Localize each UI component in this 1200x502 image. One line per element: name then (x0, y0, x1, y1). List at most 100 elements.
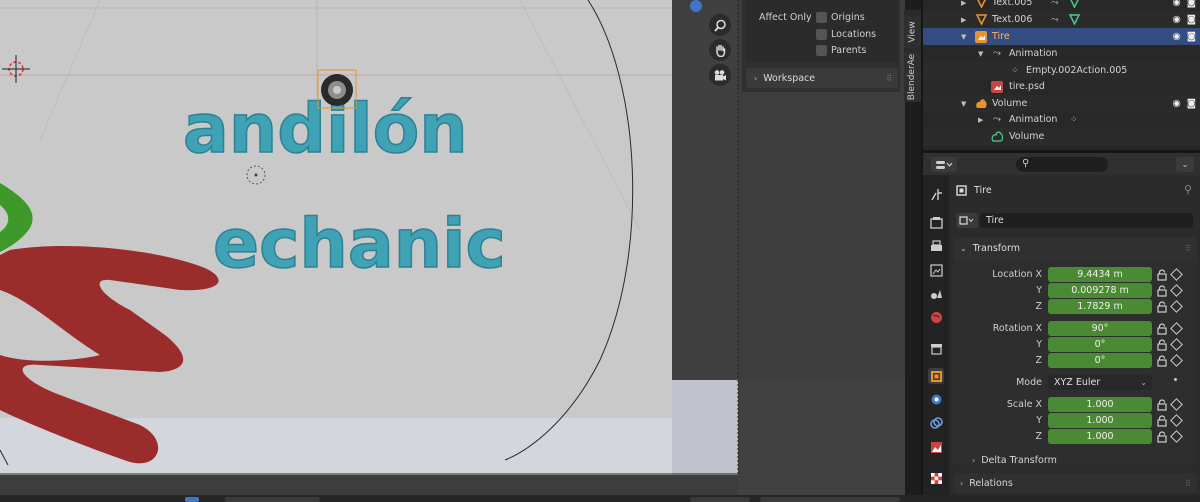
scale-y-field[interactable]: 1.000 (1048, 413, 1152, 428)
delta-transform-header[interactable]: › Delta Transform (953, 451, 1197, 469)
rotation-z-label: Z (1035, 355, 1042, 366)
modifier-icon: ⤳ (1051, 0, 1059, 8)
outliner-row-animation-2[interactable]: ▶ ⤳ Animation ⁘ (923, 111, 1200, 128)
visibility-toggles[interactable]: ◉ ◙ (1172, 31, 1196, 42)
physics-tab-icon[interactable] (928, 391, 944, 407)
text-object-2: echanic (213, 205, 506, 284)
origins-checkbox[interactable]: Origins (816, 12, 865, 23)
render-tab-icon[interactable] (928, 214, 944, 230)
location-y-label: Y (1036, 285, 1042, 296)
outliner[interactable]: ▶ Text.005 ⤳ ◉ ◙ ▶ Text.006 ⤳ ◉ ◙ ▼ Tire ◉… (923, 0, 1200, 150)
parents-checkbox[interactable]: Parents (816, 45, 866, 56)
collection-tab-icon[interactable] (928, 340, 944, 356)
lock-icon[interactable] (1157, 415, 1167, 427)
expand-arrow-icon[interactable]: ▶ (961, 0, 966, 7)
lock-icon[interactable] (1157, 269, 1167, 281)
texture-tab-icon[interactable] (928, 470, 944, 486)
lock-icon[interactable] (1157, 431, 1167, 443)
world-tab-icon[interactable] (928, 309, 944, 325)
properties-header: ⚲ ⌄ (923, 153, 1200, 175)
view-layer-tab-icon[interactable] (928, 262, 944, 278)
properties-search-input[interactable]: ⚲ (1016, 157, 1108, 172)
options-box: Affect Only Origins Locations Parents (746, 0, 898, 62)
text-object-icon (975, 0, 987, 9)
drag-handle-icon[interactable]: ⠿ (1185, 479, 1191, 488)
lock-icon[interactable] (1157, 323, 1167, 335)
status-segment (225, 497, 320, 502)
camera-icon[interactable] (709, 64, 731, 86)
lock-icon[interactable] (1157, 301, 1167, 313)
location-x-field[interactable]: 9.4434 m (1048, 267, 1152, 282)
render-camera-icon: ◙ (1186, 98, 1196, 109)
object-tab-icon[interactable] (928, 368, 944, 384)
rotation-y-field[interactable]: 0° (1048, 337, 1152, 352)
rotation-y-label: Y (1036, 339, 1042, 350)
lock-icon[interactable] (1157, 285, 1167, 297)
outliner-row-animation[interactable]: ▼ ⤳ Animation (923, 45, 1200, 62)
action-icon: ⁘ (1011, 65, 1019, 76)
outliner-row-text-006[interactable]: ▶ Text.006 ⤳ ◉ ◙ (923, 11, 1200, 28)
visibility-toggles[interactable]: ◉ ◙ (1172, 98, 1196, 109)
scene-tab-icon[interactable] (928, 285, 944, 301)
image-icon (991, 80, 1003, 93)
tool-tab-icon[interactable] (928, 186, 944, 202)
relations-panel-header[interactable]: › Relations ⠿ (953, 473, 1197, 493)
chevron-right-icon: › (754, 73, 758, 83)
outliner-row-tire-psd[interactable]: tire.psd (923, 78, 1200, 95)
scale-x-field[interactable]: 1.000 (1048, 397, 1152, 412)
lock-icon[interactable] (1157, 339, 1167, 351)
image-empty-icon (975, 30, 987, 43)
drag-handle-icon[interactable]: ⠿ (886, 74, 892, 83)
data-image-tab-icon[interactable] (928, 439, 944, 455)
collapse-arrow-icon[interactable]: ▼ (961, 33, 966, 41)
render-camera-icon: ◙ (1186, 31, 1196, 42)
outliner-row-action[interactable]: ⁘ Empty.002Action.005 (923, 62, 1200, 79)
text-data-icon (1068, 14, 1080, 26)
zoom-icon[interactable] (709, 14, 731, 36)
3d-viewport[interactable]: andilón echanic Affect Only Origins Loca… (0, 0, 905, 502)
collapse-arrow-icon[interactable]: ▼ (961, 100, 966, 108)
workspace-panel-header[interactable]: › Workspace ⠿ (746, 68, 898, 88)
visibility-toggles[interactable]: ◉ ◙ (1172, 0, 1196, 8)
tab-blenderae[interactable]: BlenderAe (904, 52, 921, 102)
location-y-field[interactable]: 0.009278 m (1048, 283, 1152, 298)
outliner-row-tire[interactable]: ▼ Tire ◉ ◙ (923, 28, 1200, 45)
modifier-icon: ⤳ (1051, 14, 1059, 25)
tab-view[interactable]: View (904, 16, 921, 48)
pan-hand-icon[interactable] (709, 39, 731, 61)
gizmo-axis-dot[interactable] (690, 0, 702, 12)
scale-z-field[interactable]: 1.000 (1048, 429, 1152, 444)
rotation-z-field[interactable]: 0° (1048, 353, 1152, 368)
expand-arrow-icon[interactable]: ▶ (978, 116, 983, 124)
properties-editor[interactable]: ⚲ ⌄ Tire ⚲ Tire ⌄ Transform ⠿ Location X… (923, 153, 1200, 502)
pin-icon[interactable]: ⚲ (1184, 183, 1192, 196)
animate-dot-icon[interactable] (1174, 378, 1177, 381)
object-name-field[interactable]: Tire (980, 213, 1193, 228)
chevron-down-icon[interactable]: ⌄ (1176, 157, 1194, 172)
lock-icon[interactable] (1157, 355, 1167, 367)
lock-icon[interactable] (1157, 399, 1167, 411)
drag-handle-icon[interactable]: ⠿ (1185, 244, 1191, 253)
constraints-tab-icon[interactable] (928, 415, 944, 431)
volume-data-icon (991, 131, 1003, 143)
animation-icon: ⤳ (993, 48, 1001, 59)
output-tab-icon[interactable] (928, 238, 944, 254)
expand-arrow-icon[interactable]: ▶ (961, 16, 966, 24)
object-browse-button[interactable] (956, 213, 978, 228)
visibility-toggles[interactable]: ◉ ◙ (1172, 14, 1196, 25)
outliner-label: Text.005 (992, 0, 1033, 8)
collapse-arrow-icon[interactable]: ▼ (978, 50, 983, 58)
outliner-label: Text.006 (992, 14, 1033, 25)
editor-type-button[interactable] (931, 157, 957, 172)
eye-icon: ◉ (1172, 0, 1181, 8)
locations-checkbox[interactable]: Locations (816, 29, 876, 40)
rotation-x-field[interactable]: 90° (1048, 321, 1152, 336)
location-z-field[interactable]: 1.7829 m (1048, 299, 1152, 314)
outliner-label: Volume (1009, 131, 1045, 142)
outliner-row-volume[interactable]: ▼ Volume ◉ ◙ (923, 95, 1200, 112)
rotation-mode-dropdown[interactable]: XYZ Euler ⌄ (1048, 375, 1152, 390)
outliner-row-text-005[interactable]: ▶ Text.005 ⤳ ◉ ◙ (923, 0, 1200, 11)
outliner-row-volume-data[interactable]: Volume (923, 128, 1200, 145)
transform-panel-header[interactable]: ⌄ Transform ⠿ (953, 237, 1197, 259)
parents-label: Parents (831, 45, 867, 56)
